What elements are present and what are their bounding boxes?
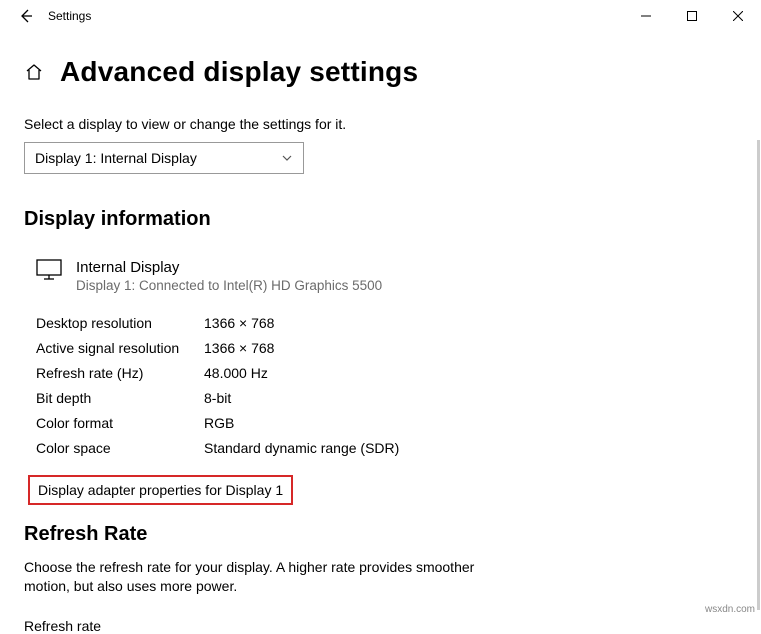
spec-row: Bit depth8-bit	[36, 386, 737, 411]
home-button[interactable]	[24, 62, 44, 82]
spec-value: 48.000 Hz	[204, 361, 268, 386]
page-title: Advanced display settings	[60, 56, 418, 88]
spec-label: Refresh rate (Hz)	[36, 361, 204, 386]
display-name: Internal Display	[76, 259, 382, 276]
back-button[interactable]	[6, 0, 46, 32]
home-icon	[24, 62, 44, 82]
spec-value: 1366 × 768	[204, 311, 274, 336]
spec-value: RGB	[204, 411, 234, 436]
page-header: Advanced display settings	[24, 56, 737, 88]
window-controls	[623, 0, 761, 32]
vertical-scrollbar[interactable]	[757, 140, 760, 610]
display-select-label: Select a display to view or change the s…	[24, 116, 737, 132]
spec-value: Standard dynamic range (SDR)	[204, 436, 399, 461]
display-info-heading: Display information	[24, 208, 737, 231]
spec-row: Refresh rate (Hz)48.000 Hz	[36, 361, 737, 386]
titlebar: Settings	[0, 0, 761, 32]
minimize-button[interactable]	[623, 0, 669, 32]
spec-row: Desktop resolution1366 × 768	[36, 311, 737, 336]
spec-value: 1366 × 768	[204, 336, 274, 361]
display-summary: Internal Display Display 1: Connected to…	[36, 259, 737, 293]
spec-table: Desktop resolution1366 × 768 Active sign…	[36, 311, 737, 461]
maximize-button[interactable]	[669, 0, 715, 32]
minimize-icon	[641, 11, 651, 21]
watermark: wsxdn.com	[705, 604, 755, 615]
chevron-down-icon	[281, 152, 293, 164]
spec-label: Color format	[36, 411, 204, 436]
spec-value: 8-bit	[204, 386, 231, 411]
spec-row: Active signal resolution1366 × 768	[36, 336, 737, 361]
adapter-link-highlight: Display adapter properties for Display 1	[28, 475, 293, 505]
spec-label: Desktop resolution	[36, 311, 204, 336]
monitor-icon	[36, 259, 62, 281]
refresh-rate-heading: Refresh Rate	[24, 523, 737, 546]
spec-row: Color spaceStandard dynamic range (SDR)	[36, 436, 737, 461]
display-connection: Display 1: Connected to Intel(R) HD Grap…	[76, 278, 382, 293]
display-select-value: Display 1: Internal Display	[35, 150, 197, 166]
spec-row: Color formatRGB	[36, 411, 737, 436]
close-icon	[733, 11, 743, 21]
content-area: Advanced display settings Select a displ…	[0, 32, 761, 634]
refresh-rate-description: Choose the refresh rate for your display…	[24, 558, 504, 596]
maximize-icon	[687, 11, 697, 21]
spec-label: Bit depth	[36, 386, 204, 411]
spec-label: Color space	[36, 436, 204, 461]
close-button[interactable]	[715, 0, 761, 32]
window-title: Settings	[48, 9, 623, 23]
refresh-rate-label: Refresh rate	[24, 618, 737, 634]
display-select-dropdown[interactable]: Display 1: Internal Display	[24, 142, 304, 174]
spec-label: Active signal resolution	[36, 336, 204, 361]
arrow-left-icon	[18, 8, 34, 24]
display-adapter-properties-link[interactable]: Display adapter properties for Display 1	[38, 482, 283, 498]
